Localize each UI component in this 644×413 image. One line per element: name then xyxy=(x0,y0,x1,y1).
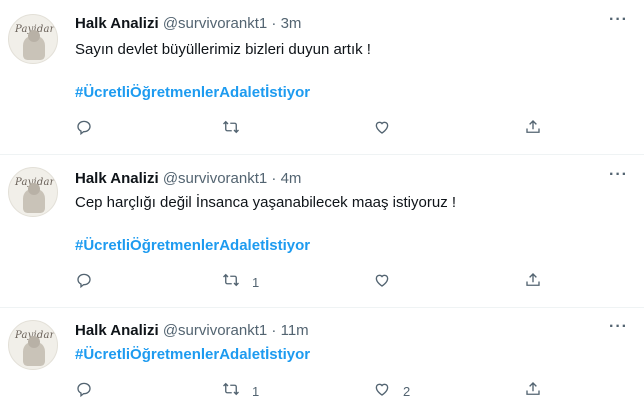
author-name[interactable]: Halk Analizi xyxy=(75,170,159,187)
hashtag-link[interactable]: #ÜcretliÖğretmenlerAdaletİstiyor xyxy=(75,346,310,363)
like-count: 2 xyxy=(403,383,411,399)
tweet-header: Halk Analizi @survivorankt1 · 4m xyxy=(75,170,301,187)
share-button[interactable] xyxy=(524,118,542,140)
author-handle[interactable]: @survivorankt1 xyxy=(163,322,267,339)
share-icon xyxy=(524,380,542,403)
more-icon[interactable]: ··· xyxy=(609,318,628,336)
like-button[interactable] xyxy=(373,271,403,293)
separator: · xyxy=(271,15,277,32)
tweet[interactable]: Payidar Halk Analizi @survivorankt1 · 11… xyxy=(0,308,644,413)
tweet-text: Sayın devlet büyüllerimiz bizleri duyun … xyxy=(75,41,371,58)
retweet-icon xyxy=(222,118,240,141)
retweet-icon xyxy=(222,380,240,403)
tweet-text: Cep harçlığı değil İnsanca yaşanabilecek… xyxy=(75,194,457,211)
reply-button[interactable] xyxy=(75,271,105,293)
reply-icon xyxy=(75,118,93,141)
avatar[interactable]: Payidar xyxy=(8,14,58,64)
share-icon xyxy=(524,271,542,294)
share-button[interactable] xyxy=(524,380,542,402)
tweet-time[interactable]: 3m xyxy=(281,15,302,32)
reply-button[interactable] xyxy=(75,380,105,402)
reply-icon xyxy=(75,380,93,403)
avatar[interactable]: Payidar xyxy=(8,167,58,217)
more-icon[interactable]: ··· xyxy=(609,166,628,184)
avatar-figure xyxy=(23,183,45,213)
hashtag-link[interactable]: #ÜcretliÖğretmenlerAdaletİstiyor xyxy=(75,84,310,101)
avatar-figure xyxy=(23,30,45,60)
more-icon[interactable]: ··· xyxy=(609,11,628,29)
tweet-actions: 1 xyxy=(75,271,555,293)
tweet[interactable]: Payidar Halk Analizi @survivorankt1 · 3m… xyxy=(0,0,644,153)
separator: · xyxy=(271,322,277,339)
share-button[interactable] xyxy=(524,271,542,293)
like-button[interactable] xyxy=(373,118,403,140)
tweet[interactable]: Payidar Halk Analizi @survivorankt1 · 4m… xyxy=(0,155,644,306)
retweet-button[interactable]: 1 xyxy=(222,271,259,293)
tweet-time[interactable]: 4m xyxy=(281,170,302,187)
author-handle[interactable]: @survivorankt1 xyxy=(163,170,267,187)
retweet-icon xyxy=(222,271,240,294)
hashtag-link[interactable]: #ÜcretliÖğretmenlerAdaletİstiyor xyxy=(75,237,310,254)
like-icon xyxy=(373,380,391,403)
like-icon xyxy=(373,118,391,141)
tweet-header: Halk Analizi @survivorankt1 · 3m xyxy=(75,15,301,32)
like-button[interactable]: 2 xyxy=(373,380,410,402)
tweet-actions: 1 2 xyxy=(75,380,555,402)
author-name[interactable]: Halk Analizi xyxy=(75,15,159,32)
retweet-button[interactable] xyxy=(222,118,252,140)
tweet-actions xyxy=(75,118,555,140)
reply-button[interactable] xyxy=(75,118,105,140)
separator: · xyxy=(271,170,277,187)
like-icon xyxy=(373,271,391,294)
avatar[interactable]: Payidar xyxy=(8,320,58,370)
tweet-header: Halk Analizi @survivorankt1 · 11m xyxy=(75,322,309,339)
reply-icon xyxy=(75,271,93,294)
retweet-count: 1 xyxy=(252,274,260,290)
author-handle[interactable]: @survivorankt1 xyxy=(163,15,267,32)
retweet-button[interactable]: 1 xyxy=(222,380,259,402)
avatar-figure xyxy=(23,336,45,366)
share-icon xyxy=(524,118,542,141)
author-name[interactable]: Halk Analizi xyxy=(75,322,159,339)
retweet-count: 1 xyxy=(252,383,260,399)
tweet-time[interactable]: 11m xyxy=(281,322,309,339)
